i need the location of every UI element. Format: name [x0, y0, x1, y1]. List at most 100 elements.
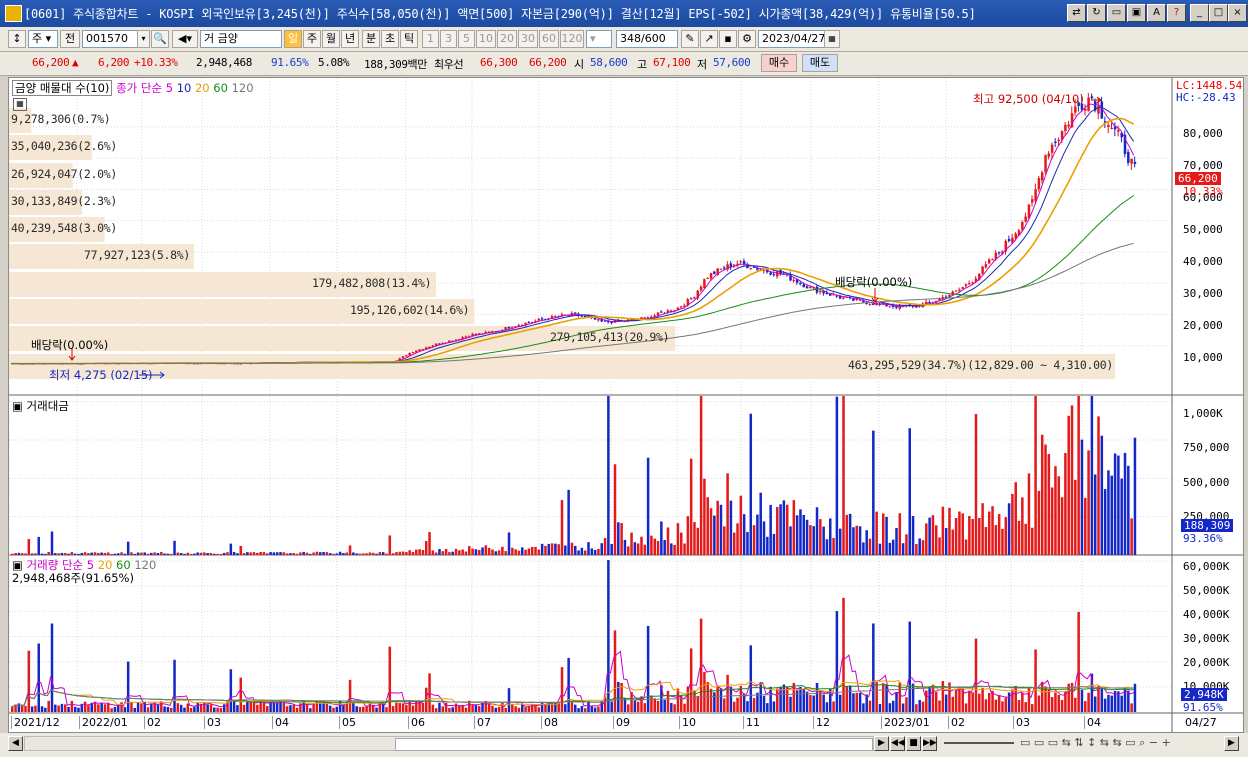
- amount-bar: [388, 535, 392, 555]
- prev-button[interactable]: 전: [60, 30, 80, 48]
- scroll-track[interactable]: [24, 736, 874, 751]
- minimize-icon[interactable]: _: [1190, 4, 1209, 22]
- amount-bar: [640, 536, 643, 555]
- font-icon[interactable]: A: [1147, 4, 1166, 22]
- amount-bar: [845, 514, 849, 555]
- volume-bar: [626, 704, 630, 712]
- search-icon[interactable]: 🔍: [151, 30, 169, 48]
- minute-30[interactable]: 30: [518, 30, 538, 48]
- amount-bar: [855, 525, 859, 555]
- amount-bar: [838, 528, 842, 555]
- volume-bar: [494, 707, 498, 712]
- save-disk-icon[interactable]: ▪: [719, 30, 737, 48]
- volume-bar: [246, 701, 249, 712]
- volume-bar: [20, 704, 24, 712]
- count-field[interactable]: 348/600: [616, 30, 678, 48]
- period-month[interactable]: 월: [322, 30, 340, 48]
- period-year[interactable]: 년: [341, 30, 359, 48]
- minute-5[interactable]: 5: [458, 30, 475, 48]
- period-minute[interactable]: 분: [362, 30, 380, 48]
- refresh-icon[interactable]: ↻: [1087, 4, 1106, 22]
- amount-bar: [358, 553, 362, 555]
- chart-type-icon[interactable]: ↕: [8, 30, 26, 48]
- volume-bar: [759, 682, 762, 712]
- market-select[interactable]: 주 ▾: [28, 30, 58, 48]
- tool-draw-icon[interactable]: ✎: [681, 30, 699, 48]
- sell-button[interactable]: 매도: [802, 54, 838, 72]
- play-forward-icon[interactable]: ▶▶: [922, 736, 937, 751]
- window-icon[interactable]: ▭: [1107, 4, 1126, 22]
- minute-60[interactable]: 60: [539, 30, 559, 48]
- amount-bar: [736, 523, 739, 555]
- volume-bar: [1034, 649, 1037, 712]
- amount-bar: [1084, 497, 1087, 555]
- scroll-left-icon[interactable]: ◀: [8, 736, 23, 751]
- candle-body: [964, 284, 968, 286]
- scroll-thumb[interactable]: [395, 738, 873, 751]
- amount-bar: [232, 551, 236, 555]
- code-dropdown-icon[interactable]: ▾: [137, 30, 150, 48]
- amount-bar: [898, 513, 902, 555]
- period-day[interactable]: 일: [284, 30, 302, 48]
- minute-1[interactable]: 1: [422, 30, 439, 48]
- volume-bar: [835, 611, 839, 712]
- scroll-right-icon[interactable]: ▶: [874, 736, 889, 751]
- amount-bar: [1004, 517, 1008, 555]
- calendar-icon[interactable]: ▦: [824, 30, 840, 48]
- play-back-icon[interactable]: ◀◀: [890, 736, 905, 751]
- name-field[interactable]: 거 금양: [200, 30, 282, 48]
- buy-button[interactable]: 매수: [761, 54, 797, 72]
- minute-3[interactable]: 3: [440, 30, 457, 48]
- volume-bar: [1074, 697, 1077, 712]
- amount-bar: [557, 544, 560, 555]
- period-tick[interactable]: 틱: [400, 30, 418, 48]
- volume-bar: [689, 648, 693, 712]
- amount-bar: [663, 540, 666, 555]
- close-icon[interactable]: ×: [1228, 4, 1247, 22]
- amount-bar: [335, 553, 339, 555]
- price-tick-5: 40,000: [1183, 255, 1223, 268]
- scroll-end-icon[interactable]: ▶: [1224, 736, 1239, 751]
- x-axis-label: 2023/01: [881, 716, 930, 729]
- maximize-icon[interactable]: □: [1209, 4, 1228, 22]
- save-image-icon[interactable]: ▣: [1127, 4, 1146, 22]
- volume-bar: [742, 693, 746, 712]
- minute-10[interactable]: 10: [476, 30, 496, 48]
- candle-body: [961, 287, 964, 289]
- amount-bar: [299, 552, 302, 555]
- minute-120[interactable]: 120: [560, 30, 584, 48]
- custom-period-select[interactable]: ▾: [586, 30, 612, 48]
- amount-bar: [395, 552, 398, 555]
- volume-bar: [1107, 694, 1110, 712]
- chart-area[interactable]: 금양 매물대 수(10) 종가 단순 5 10 20 60 120 ▦ 9,27…: [8, 77, 1244, 733]
- period-week[interactable]: 주: [303, 30, 321, 48]
- amount-bar: [415, 549, 418, 555]
- tool-trend-icon[interactable]: ↗: [700, 30, 718, 48]
- speaker-icon[interactable]: ◀▾: [172, 30, 198, 48]
- stop-icon[interactable]: ■: [906, 736, 921, 751]
- settings-gear-icon[interactable]: ⚙: [738, 30, 756, 48]
- link-icon[interactable]: ⇄: [1067, 4, 1086, 22]
- volume-bar: [116, 705, 120, 712]
- amount-bar: [318, 552, 322, 555]
- grid-toggle-icon[interactable]: ▦: [13, 98, 27, 111]
- amount-tick-3: 500,000: [1183, 476, 1230, 489]
- amount-bar: [623, 539, 627, 555]
- volume-bar: [607, 560, 610, 712]
- zoom-slider[interactable]: [944, 742, 1014, 744]
- volume-bar: [891, 700, 895, 712]
- volume-profile-label[interactable]: 금양 매물대 수(10): [12, 80, 113, 96]
- minute-20[interactable]: 20: [497, 30, 517, 48]
- drawing-tools[interactable]: ▭ ▭ ▭ ⇆ ⇅ ↕ ⇆ ⇆ ▭ ⌕ − +: [1020, 736, 1171, 750]
- volume-bar: [37, 643, 41, 712]
- help-icon[interactable]: ?: [1167, 4, 1186, 22]
- volume-bar: [590, 706, 594, 712]
- amount-bar: [302, 551, 305, 555]
- amount-bar: [829, 518, 832, 555]
- chart-svg[interactable]: [9, 78, 1243, 732]
- volume-bar: [123, 707, 127, 712]
- period-second[interactable]: 초: [381, 30, 399, 48]
- amount-bar: [1040, 434, 1044, 555]
- candle-body: [527, 322, 531, 324]
- volume-bar: [809, 694, 812, 712]
